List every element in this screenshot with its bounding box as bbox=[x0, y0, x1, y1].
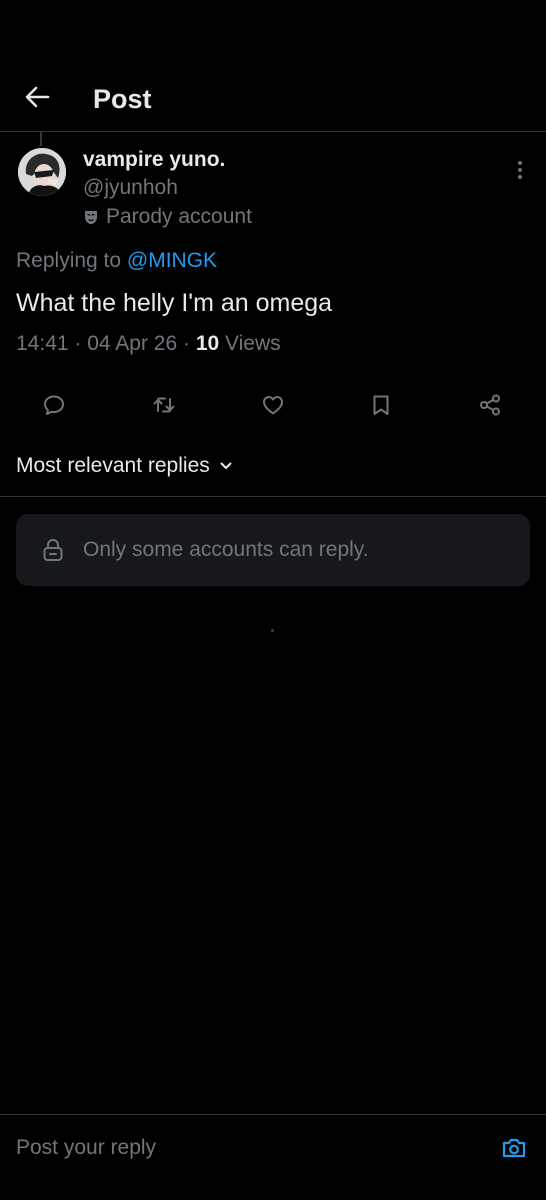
page-title: Post bbox=[93, 84, 152, 114]
chevron-down-icon bbox=[220, 462, 232, 469]
meta-separator: · bbox=[74, 332, 88, 355]
bookmark-button[interactable] bbox=[366, 390, 396, 420]
avatar[interactable] bbox=[18, 148, 66, 196]
views-count[interactable]: 10 bbox=[196, 332, 219, 355]
arrow-left-icon bbox=[25, 86, 50, 108]
repost-button[interactable] bbox=[149, 390, 179, 420]
reply-restriction-notice: Only some accounts can reply. bbox=[16, 514, 530, 586]
camera-icon bbox=[502, 1138, 526, 1158]
display-name[interactable]: vampire yuno. bbox=[83, 146, 225, 174]
top-bar: Post bbox=[0, 0, 546, 132]
parody-badge: Parody account bbox=[83, 203, 252, 231]
post-meta: 14:41 · 04 Apr 26 · 10 Views bbox=[16, 330, 281, 358]
repost-icon bbox=[153, 397, 175, 413]
reply-input[interactable] bbox=[16, 1131, 476, 1165]
share-icon bbox=[480, 394, 500, 416]
loading-dot bbox=[271, 629, 274, 632]
more-options-button[interactable] bbox=[508, 158, 532, 182]
mention-link[interactable]: @MINGK bbox=[127, 249, 217, 272]
reply-icon bbox=[44, 395, 64, 415]
meta-separator: · bbox=[182, 332, 196, 355]
post-text: What the helly I'm an omega bbox=[16, 289, 333, 317]
user-handle[interactable]: @jyunhoh bbox=[83, 174, 178, 202]
views-label[interactable]: Views bbox=[225, 332, 281, 355]
reply-sort-dropdown[interactable]: Most relevant replies bbox=[16, 452, 232, 480]
share-button[interactable] bbox=[475, 390, 505, 420]
thread-connector bbox=[40, 132, 42, 146]
divider bbox=[0, 496, 546, 497]
replying-to: Replying to @MINGK bbox=[16, 247, 217, 275]
like-button[interactable] bbox=[258, 390, 288, 420]
action-bar bbox=[0, 390, 546, 420]
sort-label: Most relevant replies bbox=[16, 454, 210, 477]
reply-button[interactable] bbox=[39, 390, 69, 420]
more-vertical-icon bbox=[518, 161, 522, 179]
lock-icon bbox=[43, 538, 63, 561]
camera-button[interactable] bbox=[500, 1134, 528, 1162]
avatar-image bbox=[18, 148, 66, 196]
restriction-text: Only some accounts can reply. bbox=[83, 538, 369, 561]
heart-icon bbox=[263, 396, 283, 415]
post-date: 04 Apr 26 bbox=[87, 332, 178, 355]
reply-composer bbox=[0, 1114, 546, 1200]
post-time: 14:41 bbox=[16, 332, 69, 355]
mask-icon bbox=[85, 211, 97, 224]
bookmark-icon bbox=[373, 395, 389, 415]
parody-label: Parody account bbox=[106, 205, 252, 228]
replying-prefix: Replying to bbox=[16, 249, 122, 272]
back-button[interactable] bbox=[20, 82, 54, 112]
